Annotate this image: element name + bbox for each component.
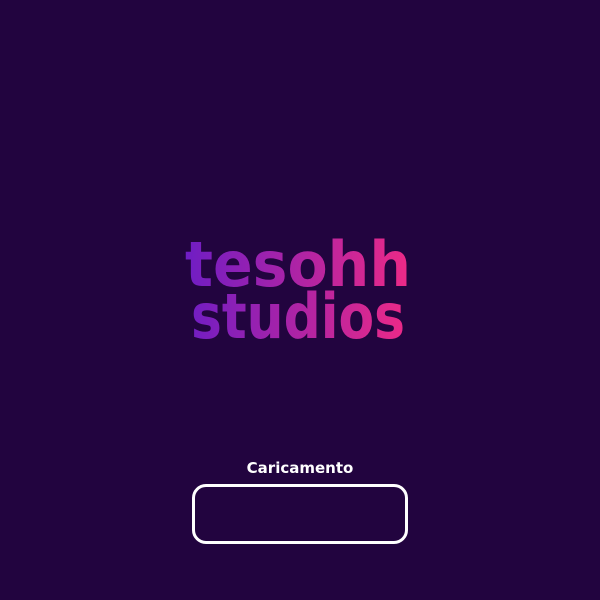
- loading-label: Caricamento: [246, 459, 354, 477]
- logo-line-2: studios: [191, 280, 405, 353]
- splash-screen: tesohh studios Caricamento: [0, 0, 600, 600]
- loading-progress-bar: [192, 484, 408, 544]
